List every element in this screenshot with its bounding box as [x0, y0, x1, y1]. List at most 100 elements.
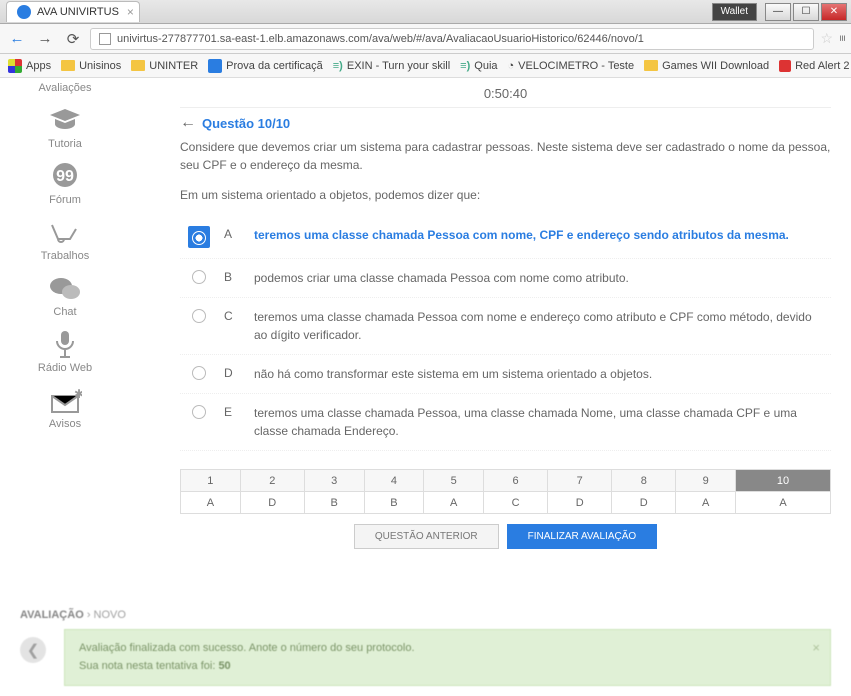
svg-text:99: 99	[56, 168, 74, 185]
page-body: Avaliações Tutoria 99 Fórum Trabalhos Ch…	[0, 78, 851, 569]
bookmark-velocimetro[interactable]: ◔VELOCIMETRO - Teste	[508, 60, 635, 72]
option-b[interactable]: B podemos criar uma classe chamada Pesso…	[180, 259, 831, 298]
sidebar-item-avisos[interactable]: ✱ Avisos	[47, 386, 83, 430]
bookmark-unisinos[interactable]: Unisinos	[61, 60, 121, 72]
sidebar-item-tutoria[interactable]: Tutoria	[47, 106, 83, 150]
breadcrumb-main: AVALIAÇÃO	[20, 609, 84, 621]
bookmark-uninter[interactable]: UNINTER	[131, 60, 198, 72]
url-text: univirtus-277877701.sa-east-1.elb.amazon…	[117, 33, 644, 45]
bookmark-label: Games WII Download	[662, 60, 769, 72]
graduate-icon	[47, 106, 83, 136]
bookmark-label: Prova da certificaçã	[226, 60, 323, 72]
window-minimize-button[interactable]	[765, 3, 791, 21]
bookmark-quia[interactable]: ≡) Quia	[460, 60, 497, 72]
window-titlebar: AVA UNIVIRTUS × Wallet	[0, 0, 851, 24]
option-letter: A	[224, 226, 240, 241]
qnav-ans-5: A	[424, 492, 484, 514]
option-letter: B	[224, 269, 240, 284]
site-icon	[208, 59, 222, 73]
qnav-cell-3[interactable]: 3	[304, 470, 364, 492]
question-text-1: Considere que devemos criar um sistema p…	[180, 138, 831, 174]
qnav-ans-10: A	[736, 492, 831, 514]
folder-icon	[61, 60, 75, 71]
qnav-cell-4[interactable]: 4	[364, 470, 424, 492]
qnav-ans-4: B	[364, 492, 424, 514]
radio-icon	[188, 308, 210, 323]
site-icon: ≡)	[333, 60, 343, 72]
qnav-cell-7[interactable]: 7	[548, 470, 612, 492]
url-input[interactable]: univirtus-277877701.sa-east-1.elb.amazon…	[90, 28, 814, 50]
window-maximize-button[interactable]	[793, 3, 819, 21]
option-e[interactable]: E teremos uma classe chamada Pessoa, uma…	[180, 394, 831, 451]
qnav-cell-9[interactable]: 9	[676, 470, 736, 492]
chrome-menu-icon[interactable]: ≡	[839, 35, 845, 41]
apps-label: Apps	[26, 60, 51, 72]
apps-icon	[8, 59, 22, 73]
nav-back-button[interactable]: ←	[6, 28, 28, 50]
question-back-icon[interactable]: ←	[180, 114, 196, 132]
bookmark-star-icon[interactable]: ☆	[820, 30, 833, 47]
qnav-cell-8[interactable]: 8	[612, 470, 676, 492]
radio-icon	[188, 269, 210, 284]
sidebar-label: Trabalhos	[41, 250, 90, 262]
tab-title: AVA UNIVIRTUS	[37, 6, 119, 18]
tab-close-icon[interactable]: ×	[127, 5, 134, 19]
quiz-timer: 0:50:40	[180, 78, 831, 107]
sidebar-label: Tutoria	[48, 138, 82, 150]
nav-forward-button[interactable]: →	[34, 28, 56, 50]
qnav-ans-3: B	[304, 492, 364, 514]
apps-button[interactable]: Apps	[8, 59, 51, 73]
qnav-numbers-row: 1 2 3 4 5 6 7 8 9 10	[181, 470, 831, 492]
finish-evaluation-button[interactable]: FINALIZAR AVALIAÇÃO	[507, 524, 658, 549]
microphone-icon	[47, 330, 83, 360]
alert-close-icon[interactable]: ×	[812, 638, 820, 659]
wallet-button[interactable]: Wallet	[712, 3, 757, 21]
sidebar-item-chat[interactable]: Chat	[47, 274, 83, 318]
option-a[interactable]: A teremos uma classe chamada Pessoa com …	[180, 216, 831, 259]
qnav-cell-6[interactable]: 6	[484, 470, 548, 492]
previous-question-button[interactable]: QUESTÃO ANTERIOR	[354, 524, 499, 549]
window-close-button[interactable]	[821, 3, 847, 21]
alert-score-value: 50	[218, 660, 230, 672]
option-text: teremos uma classe chamada Pessoa com no…	[254, 226, 823, 244]
chat-bubbles-icon	[47, 274, 83, 304]
page-info-icon[interactable]	[99, 33, 111, 45]
qnav-ans-7: D	[548, 492, 612, 514]
question-counter: Questão 10/10	[202, 116, 290, 131]
bookmark-exin[interactable]: ≡)EXIN - Turn your skill	[333, 60, 450, 72]
back-circle-button[interactable]: ❮	[20, 637, 46, 663]
breadcrumb-sub: NOVO	[94, 609, 126, 621]
alert-line-1: Avaliação finalizada com sucesso. Anote …	[79, 640, 816, 658]
option-letter: C	[224, 308, 240, 323]
qnav-cell-2[interactable]: 2	[240, 470, 304, 492]
option-c[interactable]: C teremos uma classe chamada Pessoa com …	[180, 298, 831, 355]
sidebar-item-trabalhos[interactable]: Trabalhos	[41, 218, 90, 262]
bookmark-label: Unisinos	[79, 60, 121, 72]
sidebar-header-avaliacoes[interactable]: Avaliações	[39, 82, 92, 94]
site-icon: ≡)	[460, 60, 470, 72]
site-icon	[779, 60, 791, 72]
bookmark-games[interactable]: Games WII Download	[644, 60, 769, 72]
qnav-cell-10-current[interactable]: 10	[736, 470, 831, 492]
sidebar-item-forum[interactable]: 99 Fórum	[47, 162, 83, 206]
success-alert: × Avaliação finalizada com sucesso. Anot…	[64, 629, 831, 686]
site-icon: ◔	[508, 60, 515, 72]
question-text-2: Em um sistema orientado a objetos, podem…	[180, 186, 831, 204]
sidebar-item-radio[interactable]: Rádio Web	[38, 330, 92, 374]
question-header: ← Questão 10/10	[180, 107, 831, 132]
qnav-ans-8: D	[612, 492, 676, 514]
nav-reload-button[interactable]: ⟳	[62, 28, 84, 50]
qnav-cell-5[interactable]: 5	[424, 470, 484, 492]
window-controls: Wallet	[712, 3, 847, 21]
option-d[interactable]: D não há como transformar este sistema e…	[180, 355, 831, 394]
bookmarks-bar: Apps Unisinos UNINTER Prova da certifica…	[0, 54, 851, 78]
bookmark-prova[interactable]: Prova da certificaçã	[208, 59, 323, 73]
sidebar-label: Rádio Web	[38, 362, 92, 374]
speech-quotes-icon: 99	[47, 162, 83, 192]
browser-tab[interactable]: AVA UNIVIRTUS ×	[6, 1, 140, 22]
bookmark-label: Quia	[474, 60, 497, 72]
tab-favicon	[17, 5, 31, 19]
bookmark-redalert[interactable]: Red Alert 2 Online - C	[779, 60, 851, 72]
qnav-cell-1[interactable]: 1	[181, 470, 241, 492]
sidebar-label: Fórum	[49, 194, 81, 206]
